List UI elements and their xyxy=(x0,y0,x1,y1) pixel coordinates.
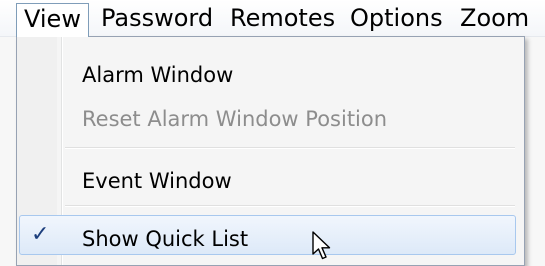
menu-view[interactable]: View xyxy=(16,3,89,37)
menu-remotes[interactable]: Remotes xyxy=(230,3,335,33)
menu-item-alarm-window[interactable]: Alarm Window xyxy=(82,62,233,88)
menu-password[interactable]: Password xyxy=(101,3,213,33)
menu-item-reset-alarm-window-position: Reset Alarm Window Position xyxy=(82,107,388,131)
menu-separator xyxy=(65,205,515,207)
menu-item-show-quick-list[interactable]: Show Quick List xyxy=(82,226,248,252)
checkmark-icon: ✓ xyxy=(31,222,50,247)
menu-bar: View Password Remotes Options Zoom xyxy=(0,0,545,37)
menu-item-event-window[interactable]: Event Window xyxy=(82,168,232,194)
menu-zoom[interactable]: Zoom xyxy=(460,3,529,33)
arrow-cursor-icon xyxy=(312,231,331,260)
menu-options[interactable]: Options xyxy=(350,3,443,33)
menu-separator xyxy=(65,147,515,149)
view-dropdown-menu: Alarm Window Reset Alarm Window Position… xyxy=(16,36,525,266)
